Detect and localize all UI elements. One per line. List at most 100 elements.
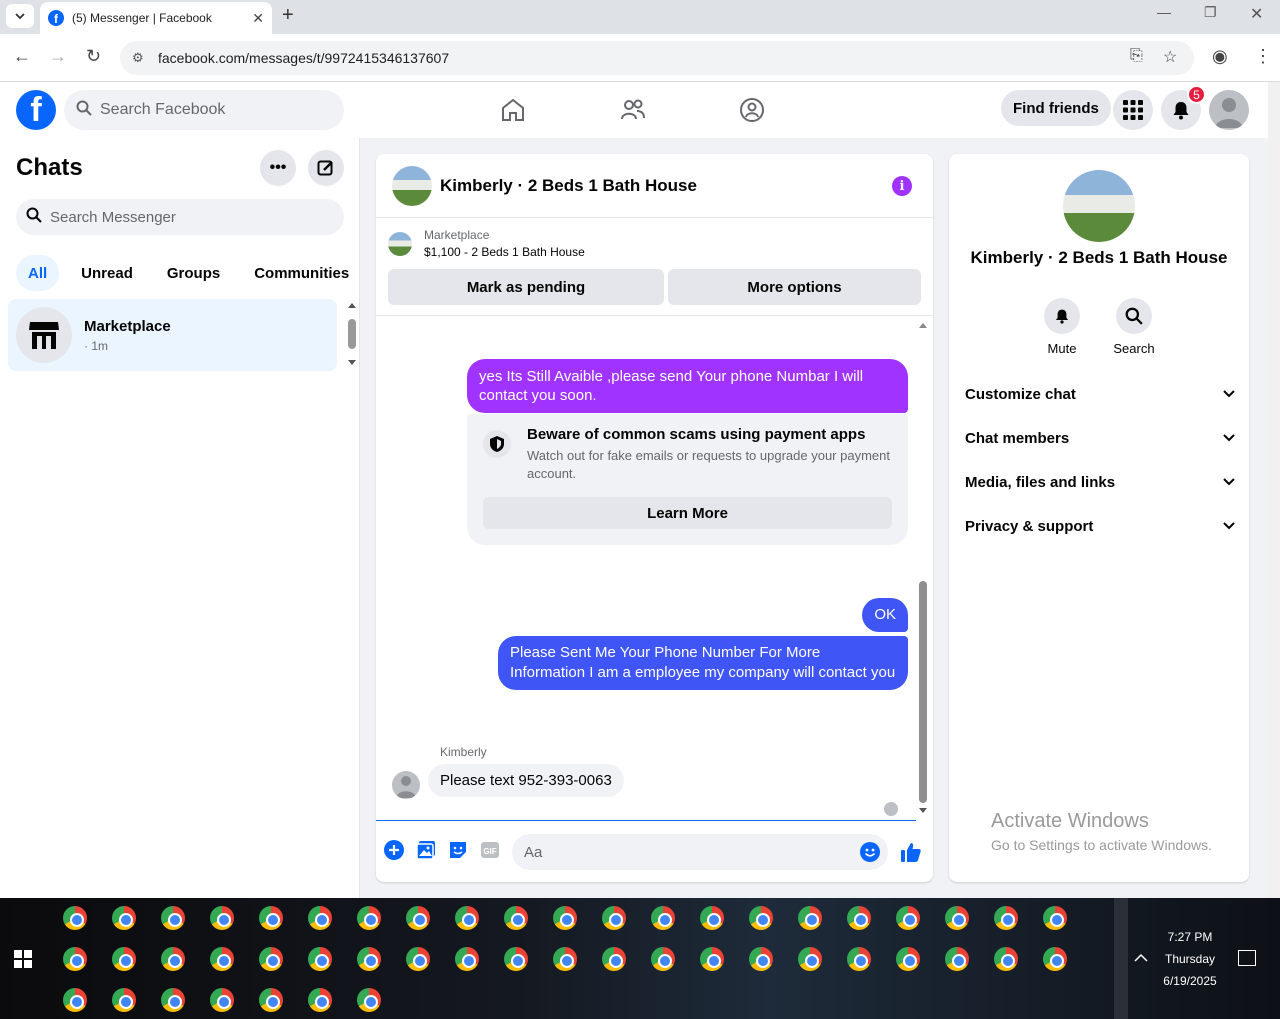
chrome-taskbar-icon[interactable]: [700, 906, 724, 930]
taskbar-scrollbar[interactable]: [1114, 898, 1128, 1019]
chrome-taskbar-icon[interactable]: [700, 947, 724, 971]
back-icon[interactable]: ←: [13, 46, 31, 67]
home-icon[interactable]: [499, 96, 527, 124]
facebook-logo[interactable]: f: [16, 90, 56, 130]
new-message-button[interactable]: [308, 150, 344, 186]
conversation-header[interactable]: Kimberly · 2 Beds 1 Bath House: [376, 154, 933, 218]
chrome-taskbar-icon[interactable]: [896, 947, 920, 971]
chrome-taskbar-icon[interactable]: [406, 906, 430, 930]
chrome-taskbar-icon[interactable]: [259, 947, 283, 971]
chrome-taskbar-icon[interactable]: [63, 947, 87, 971]
thumbs-up-icon[interactable]: [900, 841, 922, 863]
window-close-icon[interactable]: ✕: [1250, 4, 1263, 24]
chrome-taskbar-icon[interactable]: [504, 947, 528, 971]
sticker-icon[interactable]: [448, 840, 468, 860]
chrome-taskbar-icon[interactable]: [553, 906, 577, 930]
page-scrollbar[interactable]: [1268, 82, 1280, 898]
chrome-taskbar-icon[interactable]: [651, 947, 675, 971]
facebook-search-input[interactable]: Search Facebook: [64, 90, 344, 130]
chrome-taskbar-icon[interactable]: [112, 947, 136, 971]
chats-options-button[interactable]: •••: [260, 150, 296, 186]
chrome-taskbar-icon[interactable]: [259, 906, 283, 930]
chrome-taskbar-icon[interactable]: [161, 947, 185, 971]
outgoing-message[interactable]: Please Sent Me Your Phone Number For Mor…: [498, 636, 908, 690]
add-attachment-icon[interactable]: [384, 840, 404, 860]
learn-more-button[interactable]: Learn More: [483, 497, 892, 529]
chrome-taskbar-icon[interactable]: [749, 947, 773, 971]
new-tab-icon[interactable]: +: [282, 4, 294, 27]
marketplace-listing[interactable]: Marketplace $1,100 - 2 Beds 1 Bath House: [388, 228, 585, 259]
incoming-message[interactable]: Please text 952-393-0063: [428, 764, 624, 797]
chat-list-scrollbar[interactable]: [346, 301, 358, 367]
groups-icon[interactable]: [738, 96, 766, 124]
search-in-chat-button[interactable]: Search: [1104, 298, 1164, 356]
message-input[interactable]: Aa: [512, 834, 888, 870]
chrome-taskbar-icon[interactable]: [847, 906, 871, 930]
chrome-taskbar-icon[interactable]: [1043, 947, 1067, 971]
chrome-taskbar-icon[interactable]: [749, 906, 773, 930]
chrome-taskbar-icon[interactable]: [945, 947, 969, 971]
chrome-taskbar-icon[interactable]: [406, 947, 430, 971]
minimize-icon[interactable]: —: [1157, 4, 1171, 20]
filter-unread[interactable]: Unread: [69, 255, 145, 291]
photo-icon[interactable]: [416, 840, 436, 860]
chrome-taskbar-icon[interactable]: [798, 947, 822, 971]
chrome-taskbar-icon[interactable]: [357, 906, 381, 930]
chrome-taskbar-icon[interactable]: [161, 988, 185, 1012]
chrome-taskbar-icon[interactable]: [63, 988, 87, 1012]
chrome-taskbar-icon[interactable]: [308, 988, 332, 1012]
chrome-taskbar-icon[interactable]: [896, 906, 920, 930]
chat-list-item[interactable]: Marketplace · 1m: [8, 299, 337, 371]
chrome-taskbar-icon[interactable]: [455, 947, 479, 971]
chrome-taskbar-icon[interactable]: [994, 906, 1018, 930]
chrome-taskbar-icon[interactable]: [357, 947, 381, 971]
chrome-taskbar-icon[interactable]: [651, 906, 675, 930]
chrome-taskbar-icon[interactable]: [1043, 906, 1067, 930]
chrome-taskbar-icon[interactable]: [308, 947, 332, 971]
privacy-support-section[interactable]: Privacy & support: [965, 504, 1235, 548]
chrome-taskbar-icon[interactable]: [357, 988, 381, 1012]
info-icon[interactable]: i: [892, 176, 912, 196]
restore-icon[interactable]: ❐: [1204, 4, 1217, 21]
action-center-icon[interactable]: [1238, 950, 1256, 966]
chrome-taskbar-icon[interactable]: [847, 947, 871, 971]
windows-start-icon[interactable]: [14, 950, 32, 968]
chrome-taskbar-icon[interactable]: [602, 947, 626, 971]
menu-grid-button[interactable]: [1113, 90, 1153, 130]
profile-icon[interactable]: ◉: [1212, 46, 1228, 67]
media-files-links-section[interactable]: Media, files and links: [965, 460, 1235, 504]
forward-icon[interactable]: →: [49, 46, 67, 67]
close-tab-icon[interactable]: ✕: [252, 10, 264, 27]
outgoing-message[interactable]: OK: [862, 598, 908, 632]
mute-button[interactable]: Mute: [1032, 298, 1092, 356]
chrome-taskbar-icon[interactable]: [210, 988, 234, 1012]
chrome-taskbar-icon[interactable]: [994, 947, 1018, 971]
filter-communities[interactable]: Communities: [242, 255, 361, 291]
chrome-taskbar-icon[interactable]: [161, 906, 185, 930]
bookmark-star-icon[interactable]: ☆: [1163, 47, 1177, 67]
chevron-up-icon[interactable]: [1134, 953, 1148, 962]
chrome-taskbar-icon[interactable]: [455, 906, 479, 930]
gif-icon[interactable]: GIF: [480, 840, 500, 860]
chrome-taskbar-icon[interactable]: [63, 906, 87, 930]
chrome-taskbar-icon[interactable]: [259, 988, 283, 1012]
chrome-taskbar-icon[interactable]: [210, 906, 234, 930]
chrome-taskbar-icon[interactable]: [112, 988, 136, 1012]
chrome-taskbar-icon[interactable]: [504, 906, 528, 930]
chrome-taskbar-icon[interactable]: [112, 906, 136, 930]
chrome-taskbar-icon[interactable]: [210, 947, 234, 971]
reload-icon[interactable]: ↻: [86, 46, 101, 67]
chrome-taskbar-icon[interactable]: [553, 947, 577, 971]
kebab-menu-icon[interactable]: ⋮: [1254, 46, 1272, 67]
emoji-icon[interactable]: [860, 842, 880, 862]
address-bar[interactable]: ⚙ facebook.com/messages/t/99724153461376…: [120, 41, 1194, 75]
outgoing-message[interactable]: yes Its Still Avaible ,please send Your …: [467, 359, 908, 413]
mark-pending-button[interactable]: Mark as pending: [388, 269, 664, 305]
more-options-button[interactable]: More options: [668, 269, 921, 305]
site-settings-icon[interactable]: ⚙: [132, 50, 148, 66]
tab-search-button[interactable]: [6, 4, 34, 28]
account-avatar[interactable]: [1209, 90, 1249, 130]
chrome-taskbar-icon[interactable]: [602, 906, 626, 930]
system-clock[interactable]: 7:27 PM Thursday 6/19/2025: [1150, 926, 1230, 992]
friends-icon[interactable]: [619, 96, 647, 124]
